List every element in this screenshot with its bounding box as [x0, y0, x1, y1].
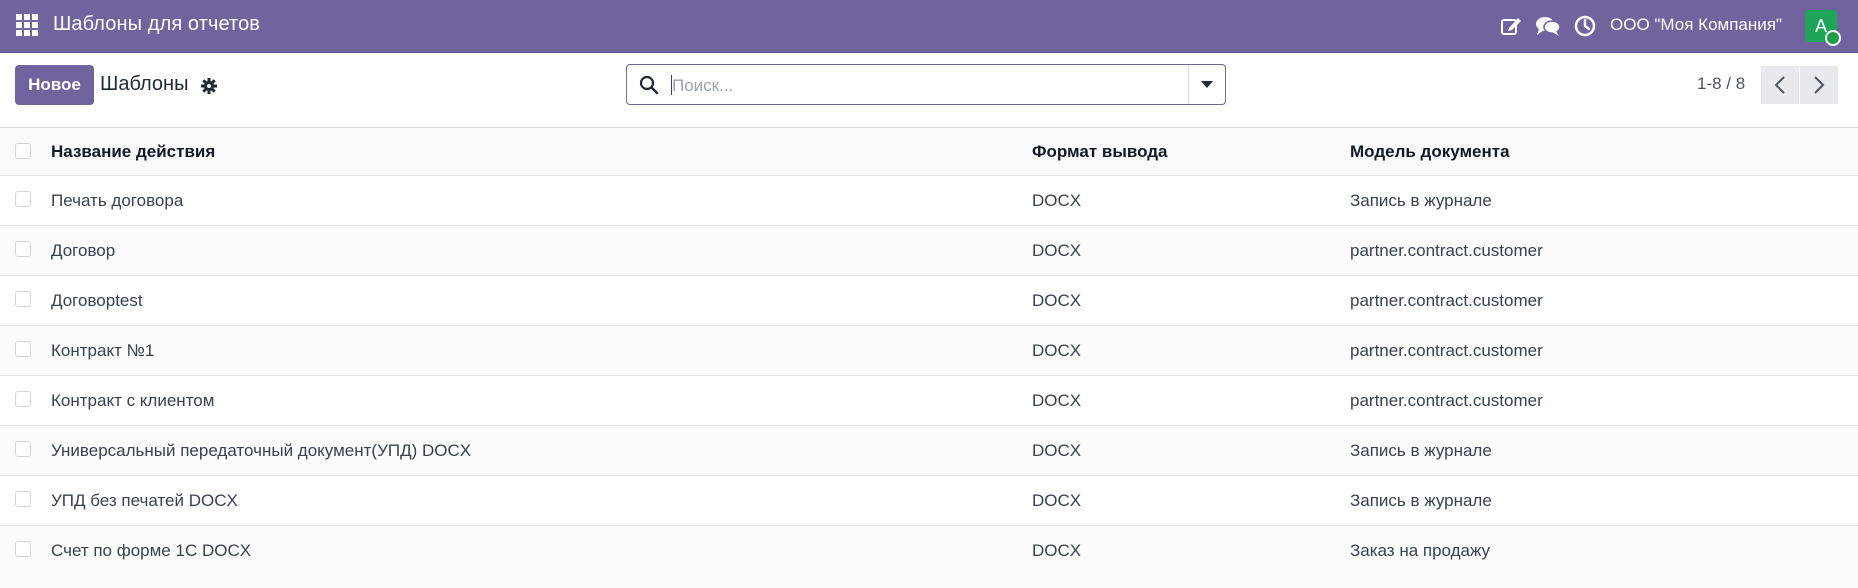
cell-name: Договорtest: [51, 290, 143, 310]
cell-name: Договор: [51, 240, 116, 260]
cell-model: Запись в журнале: [1350, 440, 1492, 460]
cell-model: Заказ на продажу: [1350, 540, 1491, 560]
column-header-name[interactable]: Название действия: [51, 128, 215, 175]
pager-value[interactable]: 1-8 / 8: [1697, 74, 1745, 94]
cell-name: Контракт с клиентом: [51, 390, 215, 410]
table-row[interactable]: УПД без печатей DOCX DOCX Запись в журна…: [0, 476, 1858, 526]
cell-model: partner.contract.customer: [1350, 290, 1543, 310]
row-checkbox[interactable]: [15, 541, 31, 557]
cell-format: DOCX: [1032, 290, 1082, 310]
search-input[interactable]: [670, 71, 1214, 101]
cell-name: Контракт №1: [51, 340, 155, 360]
cell-model: partner.contract.customer: [1350, 340, 1543, 360]
cell-name: Универсальный передаточный документ(УПД)…: [51, 440, 472, 460]
app-title[interactable]: Шаблоны для отчетов: [53, 13, 260, 36]
company-switcher[interactable]: ООО "Моя Компания": [1610, 15, 1782, 35]
clock-icon[interactable]: [1572, 13, 1598, 39]
row-checkbox[interactable]: [15, 441, 31, 457]
online-status-dot: [1825, 30, 1841, 46]
cell-format: DOCX: [1032, 390, 1082, 410]
table-row[interactable]: Печать договора DOCX Запись в журнале: [0, 176, 1858, 226]
chevron-right-icon: [1814, 76, 1825, 94]
chat-icon[interactable]: [1535, 13, 1561, 39]
cell-model: Запись в журнале: [1350, 190, 1492, 210]
text-cursor: [671, 75, 672, 95]
pager-next-button[interactable]: [1800, 66, 1838, 104]
table-row[interactable]: Контракт с клиентом DOCX partner.contrac…: [0, 376, 1858, 426]
row-checkbox[interactable]: [15, 491, 31, 507]
edit-icon[interactable]: [1498, 13, 1524, 39]
search-options-toggle[interactable]: [1188, 65, 1225, 104]
cell-model: partner.contract.customer: [1350, 240, 1543, 260]
top-navbar: Шаблоны для отчетов ООО "Моя Компания" A: [0, 0, 1858, 53]
new-button[interactable]: Новое: [15, 65, 94, 105]
list-view: Название действия Формат вывода Модель д…: [0, 127, 1858, 576]
table-row[interactable]: Договорtest DOCX partner.contract.custom…: [0, 276, 1858, 326]
column-header-model[interactable]: Модель документа: [1350, 128, 1510, 175]
table-row[interactable]: Контракт №1 DOCX partner.contract.custom…: [0, 326, 1858, 376]
page-title: Шаблоны: [100, 73, 189, 95]
cell-name: УПД без печатей DOCX: [51, 490, 238, 510]
list-footer: [0, 573, 1858, 588]
table-row[interactable]: Счет по форме 1С DOCX DOCX Заказ на прод…: [0, 526, 1858, 576]
row-checkbox[interactable]: [15, 291, 31, 307]
column-header-format[interactable]: Формат вывода: [1032, 128, 1168, 175]
caret-down-icon: [1201, 80, 1213, 88]
cell-name: Счет по форме 1С DOCX: [51, 540, 252, 560]
row-checkbox[interactable]: [15, 241, 31, 257]
table-row[interactable]: Универсальный передаточный документ(УПД)…: [0, 426, 1858, 476]
table-row[interactable]: Договор DOCX partner.contract.customer: [0, 226, 1858, 276]
cell-format: DOCX: [1032, 440, 1082, 460]
select-all-checkbox[interactable]: [15, 143, 31, 159]
row-checkbox[interactable]: [15, 341, 31, 357]
row-checkbox[interactable]: [15, 191, 31, 207]
cell-format: DOCX: [1032, 340, 1082, 360]
cell-format: DOCX: [1032, 240, 1082, 260]
gear-icon[interactable]: [201, 78, 217, 94]
cell-format: DOCX: [1032, 540, 1082, 560]
chevron-left-icon: [1774, 76, 1785, 94]
user-avatar[interactable]: A: [1805, 10, 1841, 46]
search-box: [626, 64, 1226, 105]
cell-name: Печать договора: [51, 190, 184, 210]
apps-grid-icon[interactable]: [16, 14, 38, 36]
search-icon: [639, 75, 659, 95]
pager-previous-button[interactable]: [1761, 66, 1799, 104]
cell-model: Запись в журнале: [1350, 490, 1492, 510]
row-checkbox[interactable]: [15, 391, 31, 407]
table-header-row: Название действия Формат вывода Модель д…: [0, 128, 1858, 176]
cell-model: partner.contract.customer: [1350, 390, 1543, 410]
cell-format: DOCX: [1032, 490, 1082, 510]
cell-format: DOCX: [1032, 190, 1082, 210]
